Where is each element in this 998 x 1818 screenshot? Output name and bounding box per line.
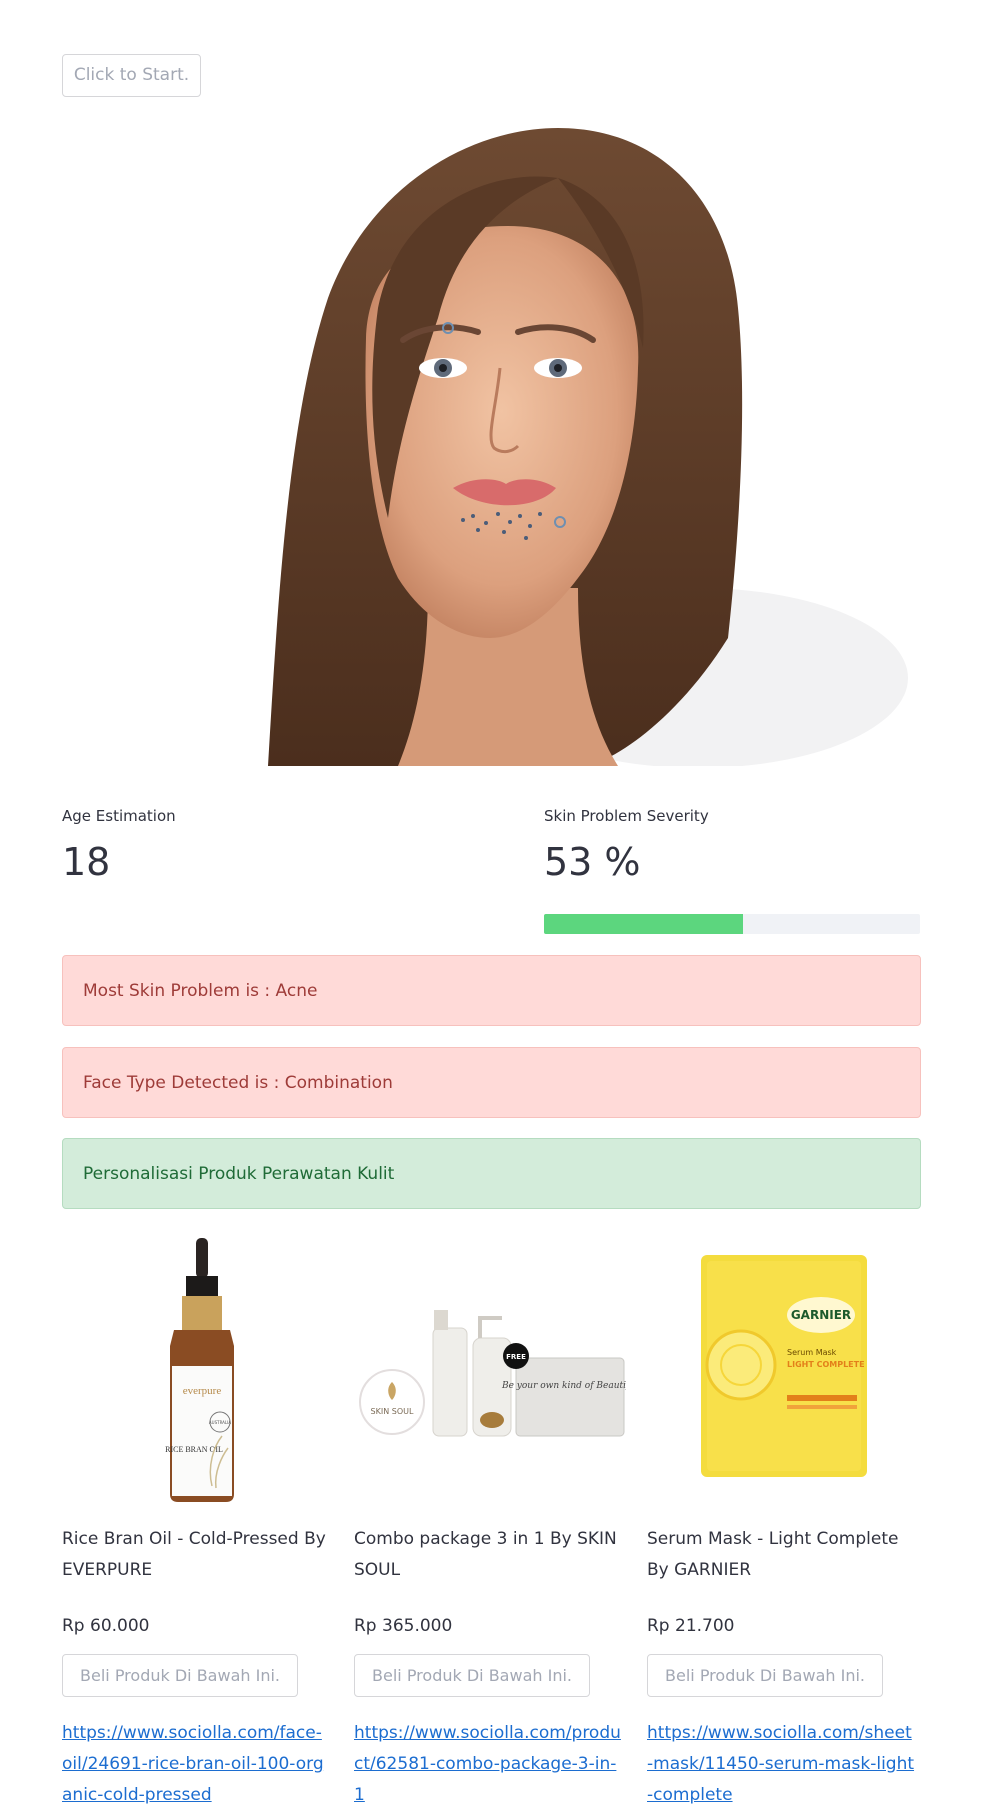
severity-progress-bar <box>544 914 920 934</box>
product-name: Serum Mask - Light Complete By GARNIER <box>647 1529 899 1580</box>
product-name: Combo package 3 in 1 By SKIN SOUL <box>354 1529 617 1580</box>
product-price: Rp 365.000 <box>354 1616 453 1636</box>
australia-badge-text: AUSTRALIA <box>209 1420 231 1425</box>
serum-mask-text: Serum Mask <box>787 1348 837 1357</box>
face-analysis-image <box>258 118 926 766</box>
severity-progress-fill <box>544 914 744 934</box>
age-estimation-value: 18 <box>62 840 111 884</box>
face-type-alert: Face Type Detected is : Combination <box>62 1047 921 1118</box>
pouch-text: Be your own kind of Beautiful <box>501 1381 626 1391</box>
product-image-skin-soul-combo: SKIN SOUL Be your own kind of Beautiful … <box>358 1308 638 1438</box>
personalization-alert: Personalisasi Produk Perawatan Kulit <box>62 1138 921 1209</box>
product-price: Rp 60.000 <box>62 1616 150 1636</box>
product-link[interactable]: https://www.sociolla.com/sheet-mask/1145… <box>647 1718 917 1811</box>
free-badge-text: FREE <box>506 1353 526 1361</box>
garnier-logo-text: GARNIER <box>791 1308 851 1322</box>
light-complete-text: LIGHT COMPLETE <box>787 1360 865 1369</box>
skin-severity-label: Skin Problem Severity <box>544 807 709 825</box>
start-button[interactable]: Click to Start. <box>62 54 201 97</box>
product-name: Rice Bran Oil - Cold-Pressed By EVERPURE <box>62 1529 326 1580</box>
most-skin-problem-alert: Most Skin Problem is : Acne <box>62 955 921 1026</box>
skin-severity-value: 53 % <box>544 840 641 884</box>
buy-product-button[interactable]: Beli Produk Di Bawah Ini. <box>62 1654 298 1697</box>
age-estimation-label: Age Estimation <box>62 807 176 825</box>
product-price: Rp 21.700 <box>647 1616 735 1636</box>
skin-soul-logo-text: SKIN SOUL <box>371 1407 414 1416</box>
buy-product-button[interactable]: Beli Produk Di Bawah Ini. <box>354 1654 590 1697</box>
product-image-garnier-mask: GARNIER Serum Mask LIGHT COMPLETE <box>701 1255 867 1477</box>
product-image-rice-bran-oil: everpure RICE BRAN OIL AUSTRALIA <box>152 1236 252 1506</box>
product-link[interactable]: https://www.sociolla.com/face-oil/24691-… <box>62 1718 332 1811</box>
everpure-logo-text: everpure <box>183 1385 222 1397</box>
product-link[interactable]: https://www.sociolla.com/product/62581-c… <box>354 1718 624 1811</box>
buy-product-button[interactable]: Beli Produk Di Bawah Ini. <box>647 1654 883 1697</box>
